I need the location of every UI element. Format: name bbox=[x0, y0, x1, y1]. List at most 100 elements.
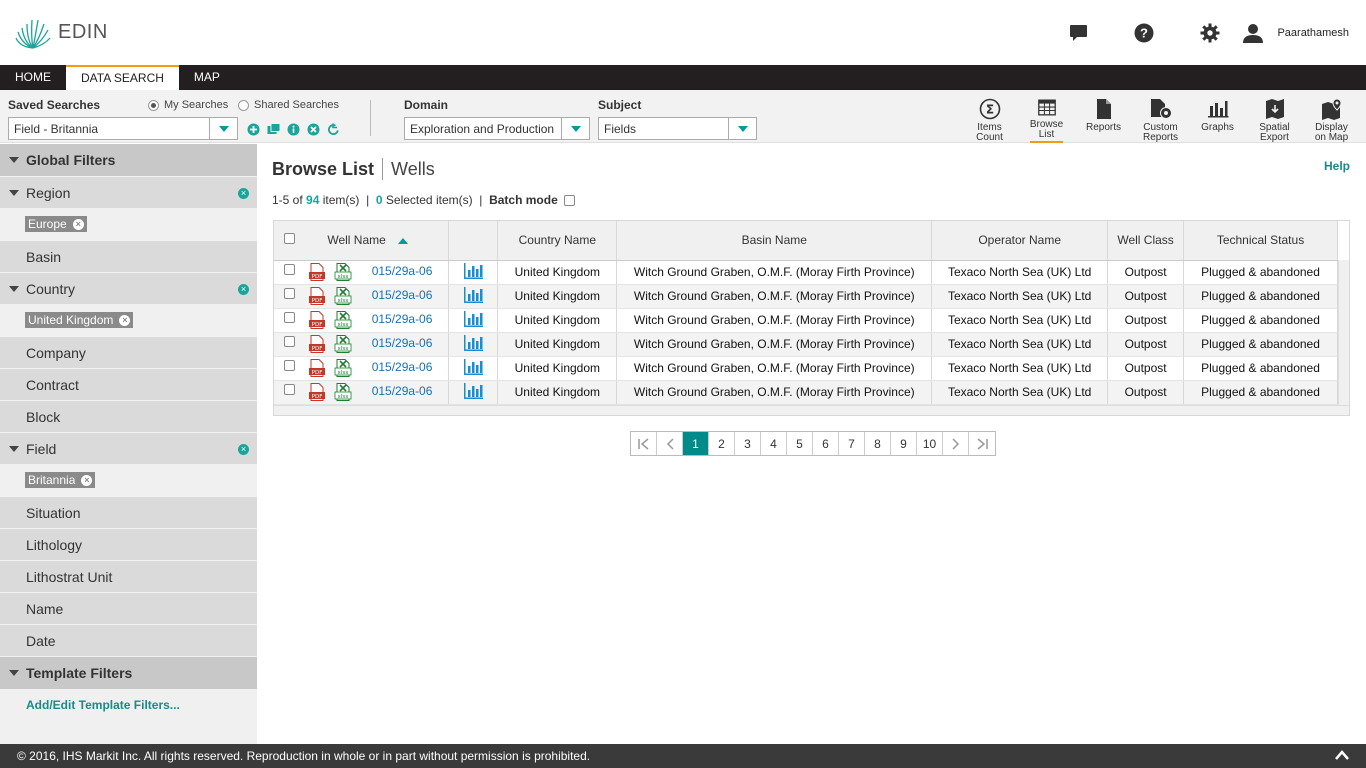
row-checkbox[interactable] bbox=[284, 360, 295, 372]
saved-search-select[interactable]: Field - Britannia bbox=[8, 117, 238, 140]
filter-situation[interactable]: Situation bbox=[0, 496, 257, 528]
chip-britannia[interactable]: Britannia × bbox=[25, 472, 96, 488]
sort-ascending-icon[interactable] bbox=[397, 238, 408, 245]
vertical-scrollbar[interactable] bbox=[1338, 260, 1349, 405]
table-row[interactable]: PDF xlsx 015/29a-06 United Kingdom Witch… bbox=[274, 380, 1338, 405]
chevron-down-icon[interactable] bbox=[561, 118, 589, 139]
clear-filter-icon[interactable]: × bbox=[238, 188, 249, 199]
page-10-button[interactable]: 10 bbox=[917, 432, 943, 455]
page-4-button[interactable]: 4 bbox=[761, 432, 787, 455]
chart-icon[interactable] bbox=[463, 358, 484, 375]
well-name-link[interactable]: 015/29a-06 bbox=[372, 312, 433, 326]
well-name-link[interactable]: 015/29a-06 bbox=[372, 264, 433, 278]
browse-list-button[interactable]: Browse List bbox=[1018, 90, 1075, 143]
remove-chip-icon[interactable]: × bbox=[119, 314, 131, 326]
graph-cell[interactable] bbox=[448, 308, 499, 333]
page-5-button[interactable]: 5 bbox=[787, 432, 813, 455]
tab-map[interactable]: MAP bbox=[179, 65, 235, 90]
row-checkbox[interactable] bbox=[284, 288, 295, 300]
filter-block[interactable]: Block bbox=[0, 400, 257, 432]
chart-icon[interactable] bbox=[463, 334, 484, 351]
row-checkbox[interactable] bbox=[284, 312, 295, 324]
filter-contract[interactable]: Contract bbox=[0, 368, 257, 400]
col-well-class[interactable]: Well Class bbox=[1107, 221, 1185, 261]
pdf-icon[interactable]: PDF bbox=[308, 359, 326, 377]
table-row[interactable]: PDF xlsx 015/29a-06 United Kingdom Witch… bbox=[274, 308, 1338, 333]
global-filters-header[interactable]: Global Filters bbox=[0, 144, 257, 176]
last-page-button[interactable] bbox=[969, 432, 995, 455]
subject-select[interactable]: Fields bbox=[598, 117, 757, 140]
xlsx-icon[interactable]: xlsx bbox=[334, 359, 352, 377]
row-checkbox[interactable] bbox=[284, 336, 295, 348]
pdf-icon[interactable]: PDF bbox=[308, 287, 326, 305]
page-2-button[interactable]: 2 bbox=[709, 432, 735, 455]
filter-company[interactable]: Company bbox=[0, 336, 257, 368]
filter-basin[interactable]: Basin bbox=[0, 240, 257, 272]
help-icon[interactable]: ? bbox=[1111, 23, 1177, 43]
row-checkbox[interactable] bbox=[284, 384, 295, 396]
prev-page-button[interactable] bbox=[657, 432, 683, 455]
chart-icon[interactable] bbox=[463, 382, 484, 399]
help-link[interactable]: Help bbox=[1324, 159, 1350, 173]
shared-searches-radio[interactable]: Shared Searches bbox=[238, 99, 339, 111]
chevron-down-icon[interactable] bbox=[209, 118, 237, 139]
spatial-export-button[interactable]: Spatial Export bbox=[1246, 90, 1303, 143]
chip-united-kingdom[interactable]: United Kingdom × bbox=[25, 312, 134, 328]
template-filters-header[interactable]: Template Filters bbox=[0, 657, 257, 689]
next-page-button[interactable] bbox=[943, 432, 969, 455]
filter-date[interactable]: Date bbox=[0, 624, 257, 656]
xlsx-icon[interactable]: xlsx bbox=[334, 311, 352, 329]
info-icon[interactable] bbox=[286, 122, 301, 137]
clear-filter-icon[interactable]: × bbox=[238, 444, 249, 455]
copy-search-icon[interactable] bbox=[266, 122, 281, 137]
pdf-icon[interactable]: PDF bbox=[308, 263, 326, 281]
chart-icon[interactable] bbox=[463, 262, 484, 279]
add-search-icon[interactable] bbox=[246, 122, 261, 137]
my-searches-radio[interactable]: My Searches bbox=[148, 99, 228, 111]
add-edit-template-filters-link[interactable]: Add/Edit Template Filters... bbox=[0, 689, 257, 721]
chart-icon[interactable] bbox=[463, 286, 484, 303]
well-name-link[interactable]: 015/29a-06 bbox=[372, 360, 433, 374]
graph-cell[interactable] bbox=[448, 356, 499, 381]
col-operator-name[interactable]: Operator Name bbox=[931, 221, 1109, 261]
graph-cell[interactable] bbox=[448, 284, 499, 309]
table-row[interactable]: PDF xlsx 015/29a-06 United Kingdom Witch… bbox=[274, 284, 1338, 309]
remove-chip-icon[interactable]: × bbox=[72, 218, 84, 230]
xlsx-icon[interactable]: xlsx bbox=[334, 383, 352, 401]
table-row[interactable]: PDF xlsx 015/29a-06 United Kingdom Witch… bbox=[274, 356, 1338, 381]
graph-cell[interactable] bbox=[448, 332, 499, 357]
col-basin-name[interactable]: Basin Name bbox=[616, 221, 933, 261]
items-count-button[interactable]: Σ Items Count bbox=[961, 90, 1018, 143]
page-8-button[interactable]: 8 bbox=[865, 432, 891, 455]
page-6-button[interactable]: 6 bbox=[813, 432, 839, 455]
select-all-checkbox[interactable] bbox=[284, 233, 295, 245]
page-1-button[interactable]: 1 bbox=[683, 432, 709, 455]
xlsx-icon[interactable]: xlsx bbox=[334, 335, 352, 353]
filter-lithology[interactable]: Lithology bbox=[0, 528, 257, 560]
filter-name[interactable]: Name bbox=[0, 592, 257, 624]
filter-lithostrat-unit[interactable]: Lithostrat Unit bbox=[0, 560, 257, 592]
pdf-icon[interactable]: PDF bbox=[308, 383, 326, 401]
remove-chip-icon[interactable]: × bbox=[81, 474, 93, 486]
chip-europe[interactable]: Europe × bbox=[25, 216, 87, 232]
col-well-name[interactable]: Well Name bbox=[274, 221, 450, 261]
scroll-top-icon[interactable] bbox=[1334, 749, 1350, 764]
display-on-map-button[interactable]: Display on Map bbox=[1303, 90, 1360, 143]
row-checkbox[interactable] bbox=[284, 264, 295, 276]
well-name-link[interactable]: 015/29a-06 bbox=[372, 288, 433, 302]
filter-field[interactable]: Field × bbox=[0, 432, 257, 464]
graph-cell[interactable] bbox=[448, 380, 499, 405]
first-page-button[interactable] bbox=[631, 432, 657, 455]
table-row[interactable]: PDF xlsx 015/29a-06 United Kingdom Witch… bbox=[274, 260, 1338, 285]
xlsx-icon[interactable]: xlsx bbox=[334, 287, 352, 305]
edin-logo[interactable]: EDIN bbox=[14, 14, 108, 50]
chevron-down-icon[interactable] bbox=[728, 118, 756, 139]
col-technical-status[interactable]: Technical Status bbox=[1183, 221, 1338, 261]
reset-search-icon[interactable] bbox=[326, 122, 341, 137]
domain-select[interactable]: Exploration and Production bbox=[404, 117, 590, 140]
reports-button[interactable]: Reports bbox=[1075, 90, 1132, 143]
col-country-name[interactable]: Country Name bbox=[497, 221, 618, 261]
pdf-icon[interactable]: PDF bbox=[308, 311, 326, 329]
batch-mode-checkbox[interactable] bbox=[564, 194, 576, 206]
well-name-link[interactable]: 015/29a-06 bbox=[372, 384, 433, 398]
